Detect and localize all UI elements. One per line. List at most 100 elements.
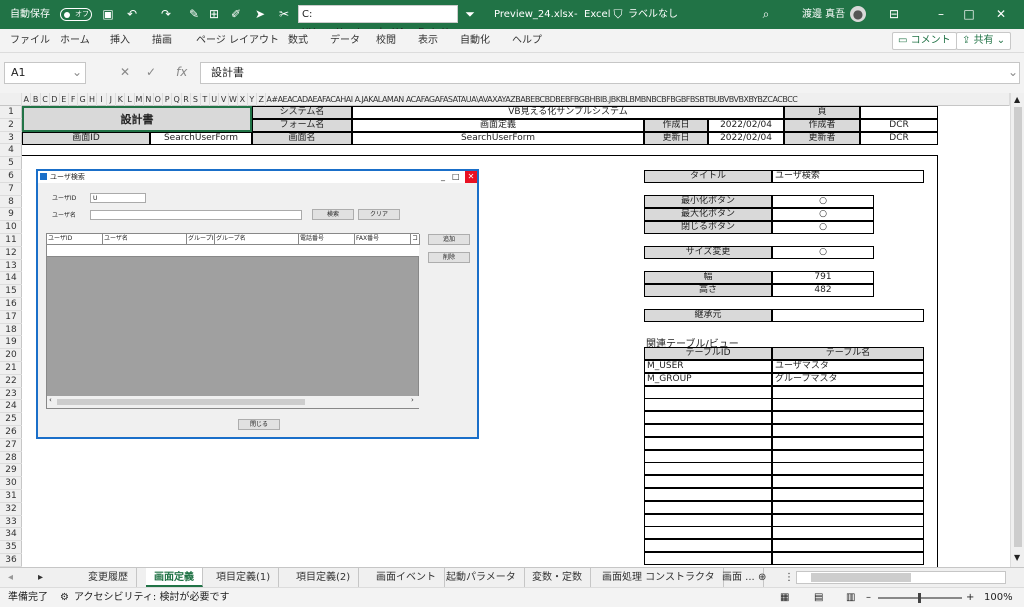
pen-icon[interactable]: ✐ xyxy=(228,6,244,22)
row-header[interactable]: 4 xyxy=(0,144,22,158)
row-header[interactable]: 11 xyxy=(0,234,22,247)
row-header[interactable]: 29 xyxy=(0,464,22,478)
scroll-down-icon[interactable]: ▼ xyxy=(1014,553,1020,562)
table-name-cell[interactable] xyxy=(772,552,924,565)
row-header[interactable]: 19 xyxy=(0,336,22,350)
sheet-tab[interactable]: 画面処理 コンストラクタ xyxy=(594,568,724,587)
column-header[interactable]: S xyxy=(191,93,201,106)
table-id-cell[interactable] xyxy=(644,488,772,501)
row-header[interactable]: 30 xyxy=(0,477,22,490)
close-prop-value[interactable]: ○ xyxy=(772,221,874,234)
table-id-cell[interactable] xyxy=(644,526,772,540)
doc-title-cell[interactable]: 設計書 xyxy=(22,106,252,132)
format-painter-icon[interactable]: ✂ xyxy=(276,6,292,22)
table-id-cell[interactable] xyxy=(644,552,772,565)
row-header[interactable]: 5 xyxy=(0,157,22,170)
column-header[interactable]: H xyxy=(88,93,98,106)
page-value[interactable] xyxy=(860,106,938,119)
share-button[interactable]: ⇪ 共有 ⌄ xyxy=(956,32,1012,50)
table-id-cell[interactable] xyxy=(644,411,772,425)
save-icon[interactable]: ▣ xyxy=(100,6,116,22)
row-header[interactable]: 12 xyxy=(0,247,22,260)
row-header[interactable]: 21 xyxy=(0,362,22,375)
height-prop-value[interactable]: 482 xyxy=(772,284,874,297)
table-name-cell[interactable] xyxy=(772,513,924,527)
table-name-cell[interactable] xyxy=(772,539,924,553)
tab-review[interactable]: 校閲 xyxy=(376,29,396,53)
ribbon-display-icon[interactable]: ⊟ xyxy=(886,6,902,22)
table-name-cell[interactable]: グループマスタ xyxy=(772,372,924,386)
table-id-cell[interactable] xyxy=(644,385,772,399)
tab-data[interactable]: データ xyxy=(330,29,360,53)
table-name-cell[interactable] xyxy=(772,385,924,399)
sheet-tab[interactable]: 起動パラメータ xyxy=(438,568,525,587)
pointer-icon[interactable]: ➤ xyxy=(252,6,268,22)
column-header[interactable]: D xyxy=(50,93,60,106)
table-id-cell[interactable] xyxy=(644,513,772,527)
table-name-cell[interactable]: ユーザマスタ xyxy=(772,360,924,373)
row-header[interactable]: 8 xyxy=(0,196,22,209)
expand-icon[interactable]: ⌄ xyxy=(1008,65,1018,79)
table-id-cell[interactable] xyxy=(644,475,772,489)
hscroll-thumb[interactable] xyxy=(811,573,911,582)
zoom-out-icon[interactable]: – xyxy=(866,588,871,608)
column-header[interactable]: I xyxy=(97,93,107,106)
inherit-prop-value[interactable] xyxy=(772,309,924,322)
path-box[interactable]: C:¥Users¥watanabe¥AppData¥ xyxy=(298,5,458,38)
tab-insert[interactable]: 挿入 xyxy=(110,29,130,53)
column-header[interactable]: Q xyxy=(172,93,182,106)
next-sheet-icon[interactable]: ▸ xyxy=(30,568,51,587)
comment-button[interactable]: ▭ コメント xyxy=(892,32,957,50)
column-header[interactable]: B xyxy=(31,93,41,106)
table-id-cell[interactable] xyxy=(644,424,772,437)
column-header[interactable]: R xyxy=(182,93,192,106)
worksheet[interactable]: A B C D E F G H I J K L M N O P Q R S T U V W X Y Z A#AEACADAEAFAC… xyxy=(0,93,1024,567)
table-name-cell[interactable] xyxy=(772,462,924,476)
tab-page-layout[interactable]: ページ レイアウト xyxy=(196,29,279,53)
row-header[interactable]: 23 xyxy=(0,388,22,401)
tab-help[interactable]: ヘルプ xyxy=(512,29,542,53)
customize-icon[interactable]: ⏷ xyxy=(462,6,478,22)
grid-icon[interactable]: ⊞ xyxy=(206,6,222,22)
column-header[interactable]: G xyxy=(78,93,88,106)
table-name-cell[interactable] xyxy=(772,436,924,450)
table-id-cell[interactable] xyxy=(644,436,772,450)
tab-view[interactable]: 表示 xyxy=(418,29,438,53)
chevron-down-icon[interactable]: ⌄ xyxy=(72,65,82,79)
search-icon[interactable]: ⌕ xyxy=(758,6,774,22)
screen-id-value[interactable]: SearchUserForm xyxy=(150,132,252,145)
author-value[interactable]: DCR xyxy=(860,119,938,132)
tab-draw[interactable]: 描画 xyxy=(152,29,172,53)
zoom-level[interactable]: 100% xyxy=(984,588,1013,608)
sheet-tab[interactable]: 画面イベント xyxy=(368,568,445,587)
accessibility-icon[interactable]: ⚙ xyxy=(60,588,69,608)
row-header[interactable]: 27 xyxy=(0,439,22,452)
row-header[interactable]: 34 xyxy=(0,528,22,542)
column-header[interactable]: L xyxy=(125,93,135,106)
row-header[interactable]: 15 xyxy=(0,285,22,298)
scroll-up-icon[interactable]: ▲ xyxy=(1014,95,1020,104)
column-header[interactable]: Z xyxy=(257,93,267,106)
row-header[interactable]: 33 xyxy=(0,516,22,529)
column-header[interactable]: X xyxy=(238,93,248,106)
table-id-cell[interactable] xyxy=(644,500,772,514)
vscroll-thumb[interactable] xyxy=(1014,107,1022,547)
created-date-value[interactable]: 2022/02/04 xyxy=(708,119,784,132)
table-id-cell[interactable] xyxy=(644,539,772,553)
maximize-prop-value[interactable]: ○ xyxy=(772,208,874,221)
formula-input[interactable]: 設計書 xyxy=(200,62,1020,84)
column-header[interactable]: Y xyxy=(248,93,257,106)
table-name-cell[interactable] xyxy=(772,398,924,412)
table-name-cell[interactable] xyxy=(772,411,924,425)
column-header[interactable]: U xyxy=(210,93,220,106)
column-header[interactable]: W xyxy=(229,93,239,106)
row-header[interactable]: 25 xyxy=(0,413,22,426)
sensitivity-label[interactable]: ラベルなし xyxy=(628,0,678,29)
table-name-cell[interactable] xyxy=(772,475,924,489)
row-header[interactable]: 36 xyxy=(0,554,22,567)
add-sheet-icon[interactable]: ⊕ xyxy=(750,568,774,587)
undo-icon[interactable]: ↶ xyxy=(124,6,140,22)
avatar[interactable]: ● xyxy=(850,6,866,22)
column-header[interactable]: J xyxy=(107,93,116,106)
table-name-cell[interactable] xyxy=(772,449,924,463)
